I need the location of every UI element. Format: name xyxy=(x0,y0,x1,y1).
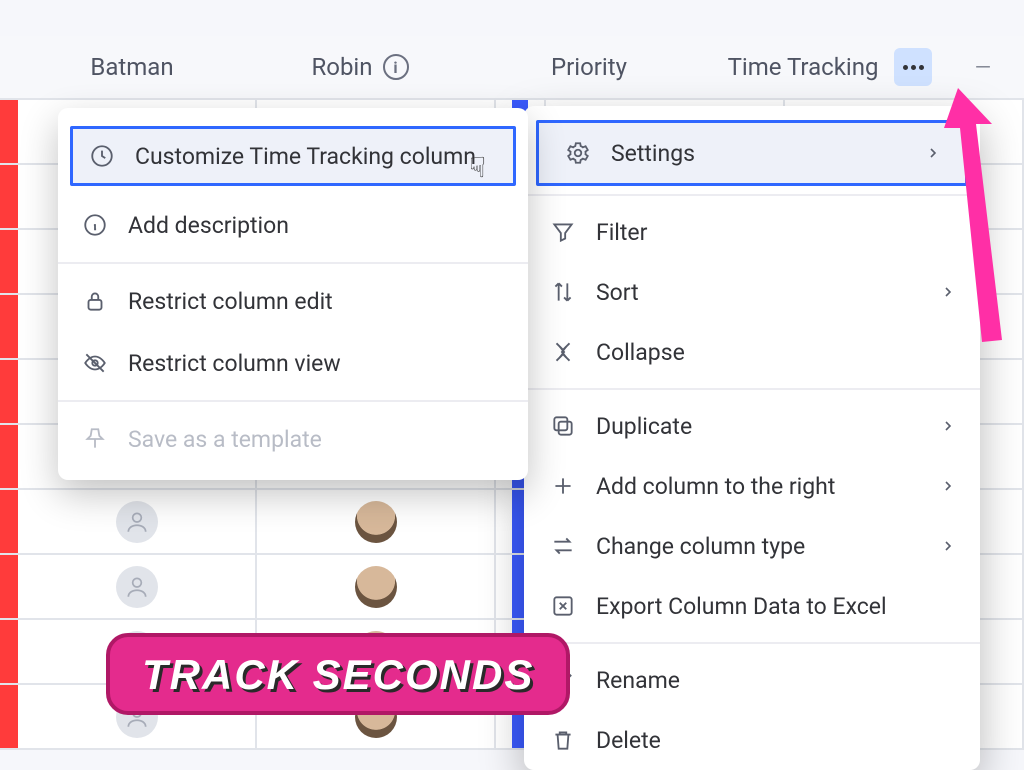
info-icon xyxy=(80,210,110,240)
column-header-label: Time Tracking xyxy=(728,53,879,81)
menu-item-label: Restrict column view xyxy=(128,350,341,377)
collapse-icon xyxy=(548,337,578,367)
cell-robin[interactable] xyxy=(257,555,496,618)
gear-icon xyxy=(563,138,593,168)
menu-item-label: Add column to the right xyxy=(596,473,835,500)
menu-item-label: Collapse xyxy=(596,339,685,366)
cell-robin[interactable] xyxy=(257,490,496,553)
lock-icon xyxy=(80,286,110,316)
column-header-batman[interactable]: Batman xyxy=(18,36,246,98)
menu-item-export-excel[interactable]: Export Column Data to Excel xyxy=(524,576,980,636)
row-color xyxy=(0,360,18,423)
menu-item-label: Settings xyxy=(611,140,695,167)
menu-item-label: Change column type xyxy=(596,533,805,560)
menu-item-label: Sort xyxy=(596,279,639,306)
row-color xyxy=(0,685,18,748)
menu-item-label: Duplicate xyxy=(596,413,692,440)
menu-item-sort[interactable]: Sort xyxy=(524,262,980,322)
column-context-menu: Settings Filter Sort Collapse Duplicate … xyxy=(524,106,980,770)
swap-icon xyxy=(548,531,578,561)
menu-separator xyxy=(524,388,980,390)
row-color xyxy=(0,425,18,488)
column-header-time-tracking[interactable]: Time Tracking xyxy=(704,36,956,98)
customize-submenu: Customize Time Tracking column ☟ Add des… xyxy=(58,108,528,480)
row-color xyxy=(0,100,18,163)
menu-item-delete[interactable]: Delete xyxy=(524,710,980,770)
menu-item-add-column-right[interactable]: Add column to the right xyxy=(524,456,980,516)
menu-separator xyxy=(524,642,980,644)
column-header-priority[interactable]: Priority xyxy=(474,36,704,98)
filter-icon xyxy=(548,217,578,247)
cell-batman[interactable] xyxy=(18,555,257,618)
chevron-right-icon xyxy=(940,473,956,500)
menu-separator xyxy=(58,400,528,402)
avatar-placeholder xyxy=(116,566,158,608)
row-color xyxy=(0,555,18,618)
menu-item-label: Save as a template xyxy=(128,426,322,453)
trash-icon xyxy=(548,725,578,755)
row-color xyxy=(0,490,18,553)
annotation-badge: TRACK SECONDS xyxy=(106,633,570,715)
pin-icon xyxy=(80,424,110,454)
info-icon[interactable]: i xyxy=(383,54,409,80)
column-headers: Batman Robin i Priority Time Tracking – xyxy=(0,36,1024,100)
menu-item-label: Export Column Data to Excel xyxy=(596,593,887,620)
row-color xyxy=(0,620,18,683)
chevron-right-icon xyxy=(940,533,956,560)
menu-item-label: Customize Time Tracking column xyxy=(135,143,476,170)
menu-item-add-description[interactable]: Add description xyxy=(58,194,528,256)
menu-item-restrict-edit[interactable]: Restrict column edit xyxy=(58,270,528,332)
sort-icon xyxy=(548,277,578,307)
column-header-robin[interactable]: Robin i xyxy=(246,36,474,98)
excel-icon xyxy=(548,591,578,621)
menu-item-save-template: Save as a template xyxy=(58,408,528,470)
menu-item-label: Add description xyxy=(128,212,289,239)
chevron-right-icon xyxy=(940,413,956,440)
menu-item-restrict-view[interactable]: Restrict column view xyxy=(58,332,528,394)
column-header-label: Batman xyxy=(90,53,173,81)
row-color xyxy=(0,295,18,358)
menu-item-settings[interactable]: Settings xyxy=(536,120,968,186)
annotation-arrow xyxy=(930,88,1020,348)
menu-item-customize-column[interactable]: Customize Time Tracking column ☟ xyxy=(70,126,516,186)
menu-item-collapse[interactable]: Collapse xyxy=(524,322,980,382)
avatar xyxy=(355,501,397,543)
menu-item-label: Rename xyxy=(596,667,680,694)
menu-item-change-type[interactable]: Change column type xyxy=(524,516,980,576)
avatar xyxy=(355,566,397,608)
menu-item-label: Restrict column edit xyxy=(128,288,333,315)
row-color xyxy=(0,165,18,228)
row-color xyxy=(0,230,18,293)
add-column[interactable]: – xyxy=(956,51,1024,84)
clock-icon xyxy=(87,141,117,171)
cell-batman[interactable] xyxy=(18,490,257,553)
column-header-label: Priority xyxy=(551,53,627,81)
avatar-placeholder xyxy=(116,501,158,543)
column-options-button[interactable] xyxy=(894,48,932,86)
menu-item-rename[interactable]: Rename xyxy=(524,650,980,710)
menu-separator xyxy=(58,262,528,264)
eye-off-icon xyxy=(80,348,110,378)
menu-item-label: Filter xyxy=(596,219,647,246)
menu-item-duplicate[interactable]: Duplicate xyxy=(524,396,980,456)
duplicate-icon xyxy=(548,411,578,441)
column-header-label: Robin xyxy=(311,53,372,81)
menu-separator xyxy=(524,194,980,196)
plus-icon xyxy=(548,471,578,501)
menu-item-label: Delete xyxy=(596,727,661,754)
menu-item-filter[interactable]: Filter xyxy=(524,202,980,262)
